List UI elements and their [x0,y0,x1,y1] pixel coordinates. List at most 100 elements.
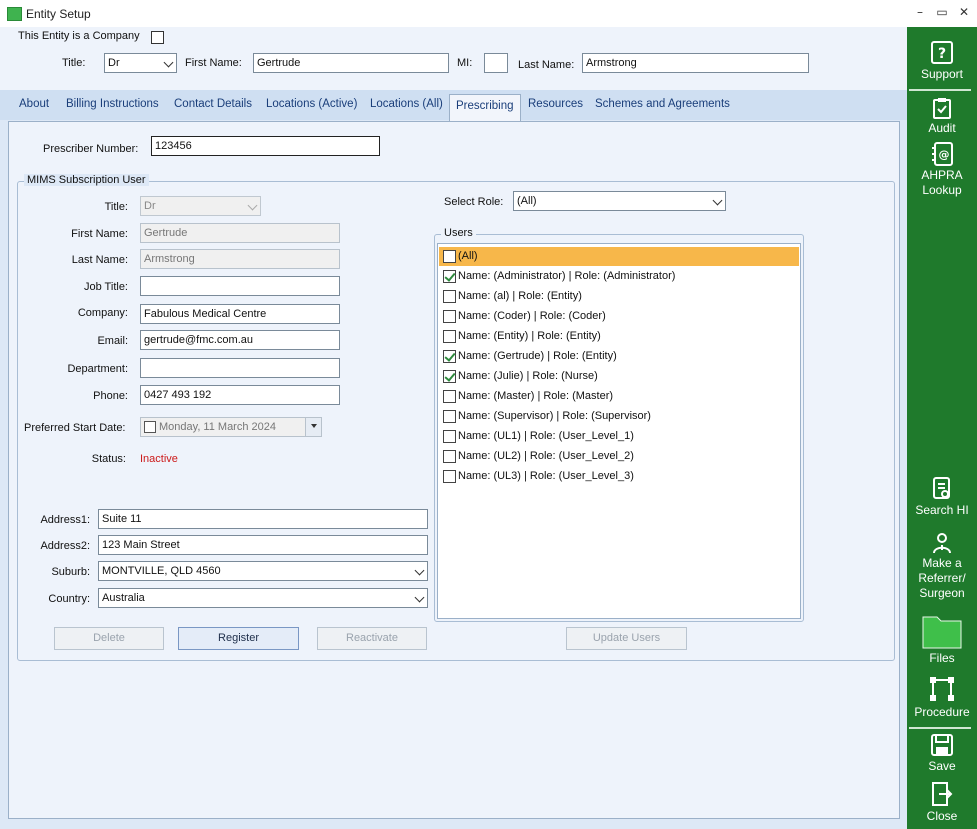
user-list-item[interactable]: Name: (UL3) | Role: (User_Level_3) [439,467,799,486]
user-checkbox[interactable] [443,430,456,443]
referrer-label-line2: Referrer/ [918,571,966,585]
suburb-select[interactable]: MONTVILLE, QLD 4560 [98,561,428,581]
reactivate-button[interactable]: Reactivate [317,627,427,650]
mims-last-name-label: Last Name: [71,254,128,266]
tab-about[interactable]: About [19,98,49,110]
user-list-item[interactable]: Name: (al) | Role: (Entity) [439,287,799,306]
user-list-item[interactable]: (All) [439,247,799,266]
email-field[interactable]: gertrude@fmc.com.au [140,330,340,350]
doctor-icon [933,533,951,554]
user-checkbox[interactable] [443,470,456,483]
user-list-item[interactable]: Name: (UL1) | Role: (User_Level_1) [439,427,799,446]
audit-label: Audit [928,121,956,135]
prescriber-number-field[interactable]: 123456 [151,136,380,156]
help-question-icon: ? [931,41,953,64]
user-checkbox[interactable] [443,370,456,383]
app-icon [7,7,22,21]
chevron-down-icon [414,592,425,603]
close-window-button[interactable]: ✕ [957,5,971,19]
mims-first-name-field: Gertrude [140,223,340,243]
user-list-item[interactable]: Name: (Julie) | Role: (Nurse) [439,367,799,386]
tab-locations-active[interactable]: Locations (Active) [266,98,357,110]
folder-icon [922,616,962,649]
user-checkbox[interactable] [443,410,456,423]
user-list-item[interactable]: Name: (Coder) | Role: (Coder) [439,307,799,326]
start-date-value: Monday, 11 March 2024 [159,421,276,433]
address2-field[interactable]: 123 Main Street [98,535,428,555]
register-button[interactable]: Register [178,627,299,650]
close-button[interactable]: Close [907,781,977,824]
title-select-value: Dr [108,57,120,69]
mims-title-select: Dr [140,196,261,216]
save-button[interactable]: Save [907,733,977,774]
prescriber-number-label: Prescriber Number: [43,143,139,155]
files-button[interactable]: Files [907,613,977,666]
minimize-button[interactable]: – [913,5,927,19]
suburb-label: Suburb: [51,566,90,578]
select-role-dropdown[interactable]: (All) [513,191,726,211]
user-list-item[interactable]: Name: (Gertrude) | Role: (Entity) [439,347,799,366]
address-book-icon: @ [932,142,953,166]
select-role-label: Select Role: [444,196,504,208]
tab-prescribing[interactable]: Prescribing [449,94,521,121]
job-title-field[interactable] [140,276,340,296]
user-label: Name: (Julie) | Role: (Nurse) [458,370,598,382]
address1-field[interactable]: Suite 11 [98,509,428,529]
document-search-icon [933,477,950,499]
start-date-checkbox[interactable] [144,421,156,433]
user-checkbox[interactable] [443,250,456,263]
support-button[interactable]: ? Support [907,41,977,82]
delete-button[interactable]: Delete [54,627,164,650]
update-users-button[interactable]: Update Users [566,627,687,650]
make-referrer-surgeon-button[interactable]: Make a Referrer/ Surgeon [907,532,977,601]
tab-locations-all[interactable]: Locations (All) [370,98,443,110]
chevron-down-icon [247,200,258,211]
calendar-dropdown-button[interactable] [305,418,321,436]
phone-field[interactable]: 0427 493 192 [140,385,340,405]
search-hi-button[interactable]: Search HI [907,477,977,518]
mi-field[interactable] [484,53,508,73]
mims-title-label: Title: [104,201,128,213]
user-checkbox[interactable] [443,310,456,323]
user-list-item[interactable]: Name: (Entity) | Role: (Entity) [439,327,799,346]
svg-text:?: ? [938,46,946,62]
audit-button[interactable]: Audit [907,97,977,136]
country-select[interactable]: Australia [98,588,428,608]
first-name-label: First Name: [185,57,242,69]
procedure-button[interactable]: Procedure [907,675,977,720]
user-list-item[interactable]: Name: (Supervisor) | Role: (Supervisor) [439,407,799,426]
referrer-label-line3: Surgeon [919,586,965,600]
user-checkbox[interactable] [443,350,456,363]
country-label: Country: [48,593,90,605]
user-checkbox[interactable] [443,390,456,403]
user-checkbox[interactable] [443,290,456,303]
last-name-field[interactable]: Armstrong [582,53,809,73]
department-field[interactable] [140,358,340,378]
ahpra-lookup-button[interactable]: @ AHPRA Lookup [907,142,977,198]
tab-billing-instructions[interactable]: Billing Instructions [66,98,159,110]
user-label: Name: (UL1) | Role: (User_Level_1) [458,430,634,442]
user-list-item[interactable]: Name: (Administrator) | Role: (Administr… [439,267,799,286]
procedure-label: Procedure [914,705,970,719]
user-list-item[interactable]: Name: (UL2) | Role: (User_Level_2) [439,447,799,466]
user-checkbox[interactable] [443,270,456,283]
tab-schemes-and-agreements[interactable]: Schemes and Agreements [595,98,730,110]
chevron-down-icon [414,565,425,576]
preferred-start-date-picker[interactable]: Monday, 11 March 2024 [140,417,322,437]
title-select[interactable]: Dr [104,53,177,73]
company-field[interactable]: Fabulous Medical Centre [140,304,340,324]
user-list-item[interactable]: Name: (Master) | Role: (Master) [439,387,799,406]
status-label: Status: [91,453,126,465]
tab-contact-details[interactable]: Contact Details [174,98,252,110]
email-label: Email: [97,335,128,347]
action-sidebar: ? Support Audit @ AHPRA Lookup Search HI… [907,27,977,829]
first-name-field[interactable]: Gertrude [253,53,449,73]
user-checkbox[interactable] [443,450,456,463]
maximize-button[interactable]: ▭ [935,5,949,19]
referrer-label-line1: Make a [922,556,962,570]
company-checkbox[interactable] [151,31,164,44]
status-value: Inactive [140,453,178,465]
tab-resources[interactable]: Resources [528,98,583,110]
users-checklist[interactable]: (All) Name: (Administrator) | Role: (Admi… [437,243,801,619]
user-checkbox[interactable] [443,330,456,343]
